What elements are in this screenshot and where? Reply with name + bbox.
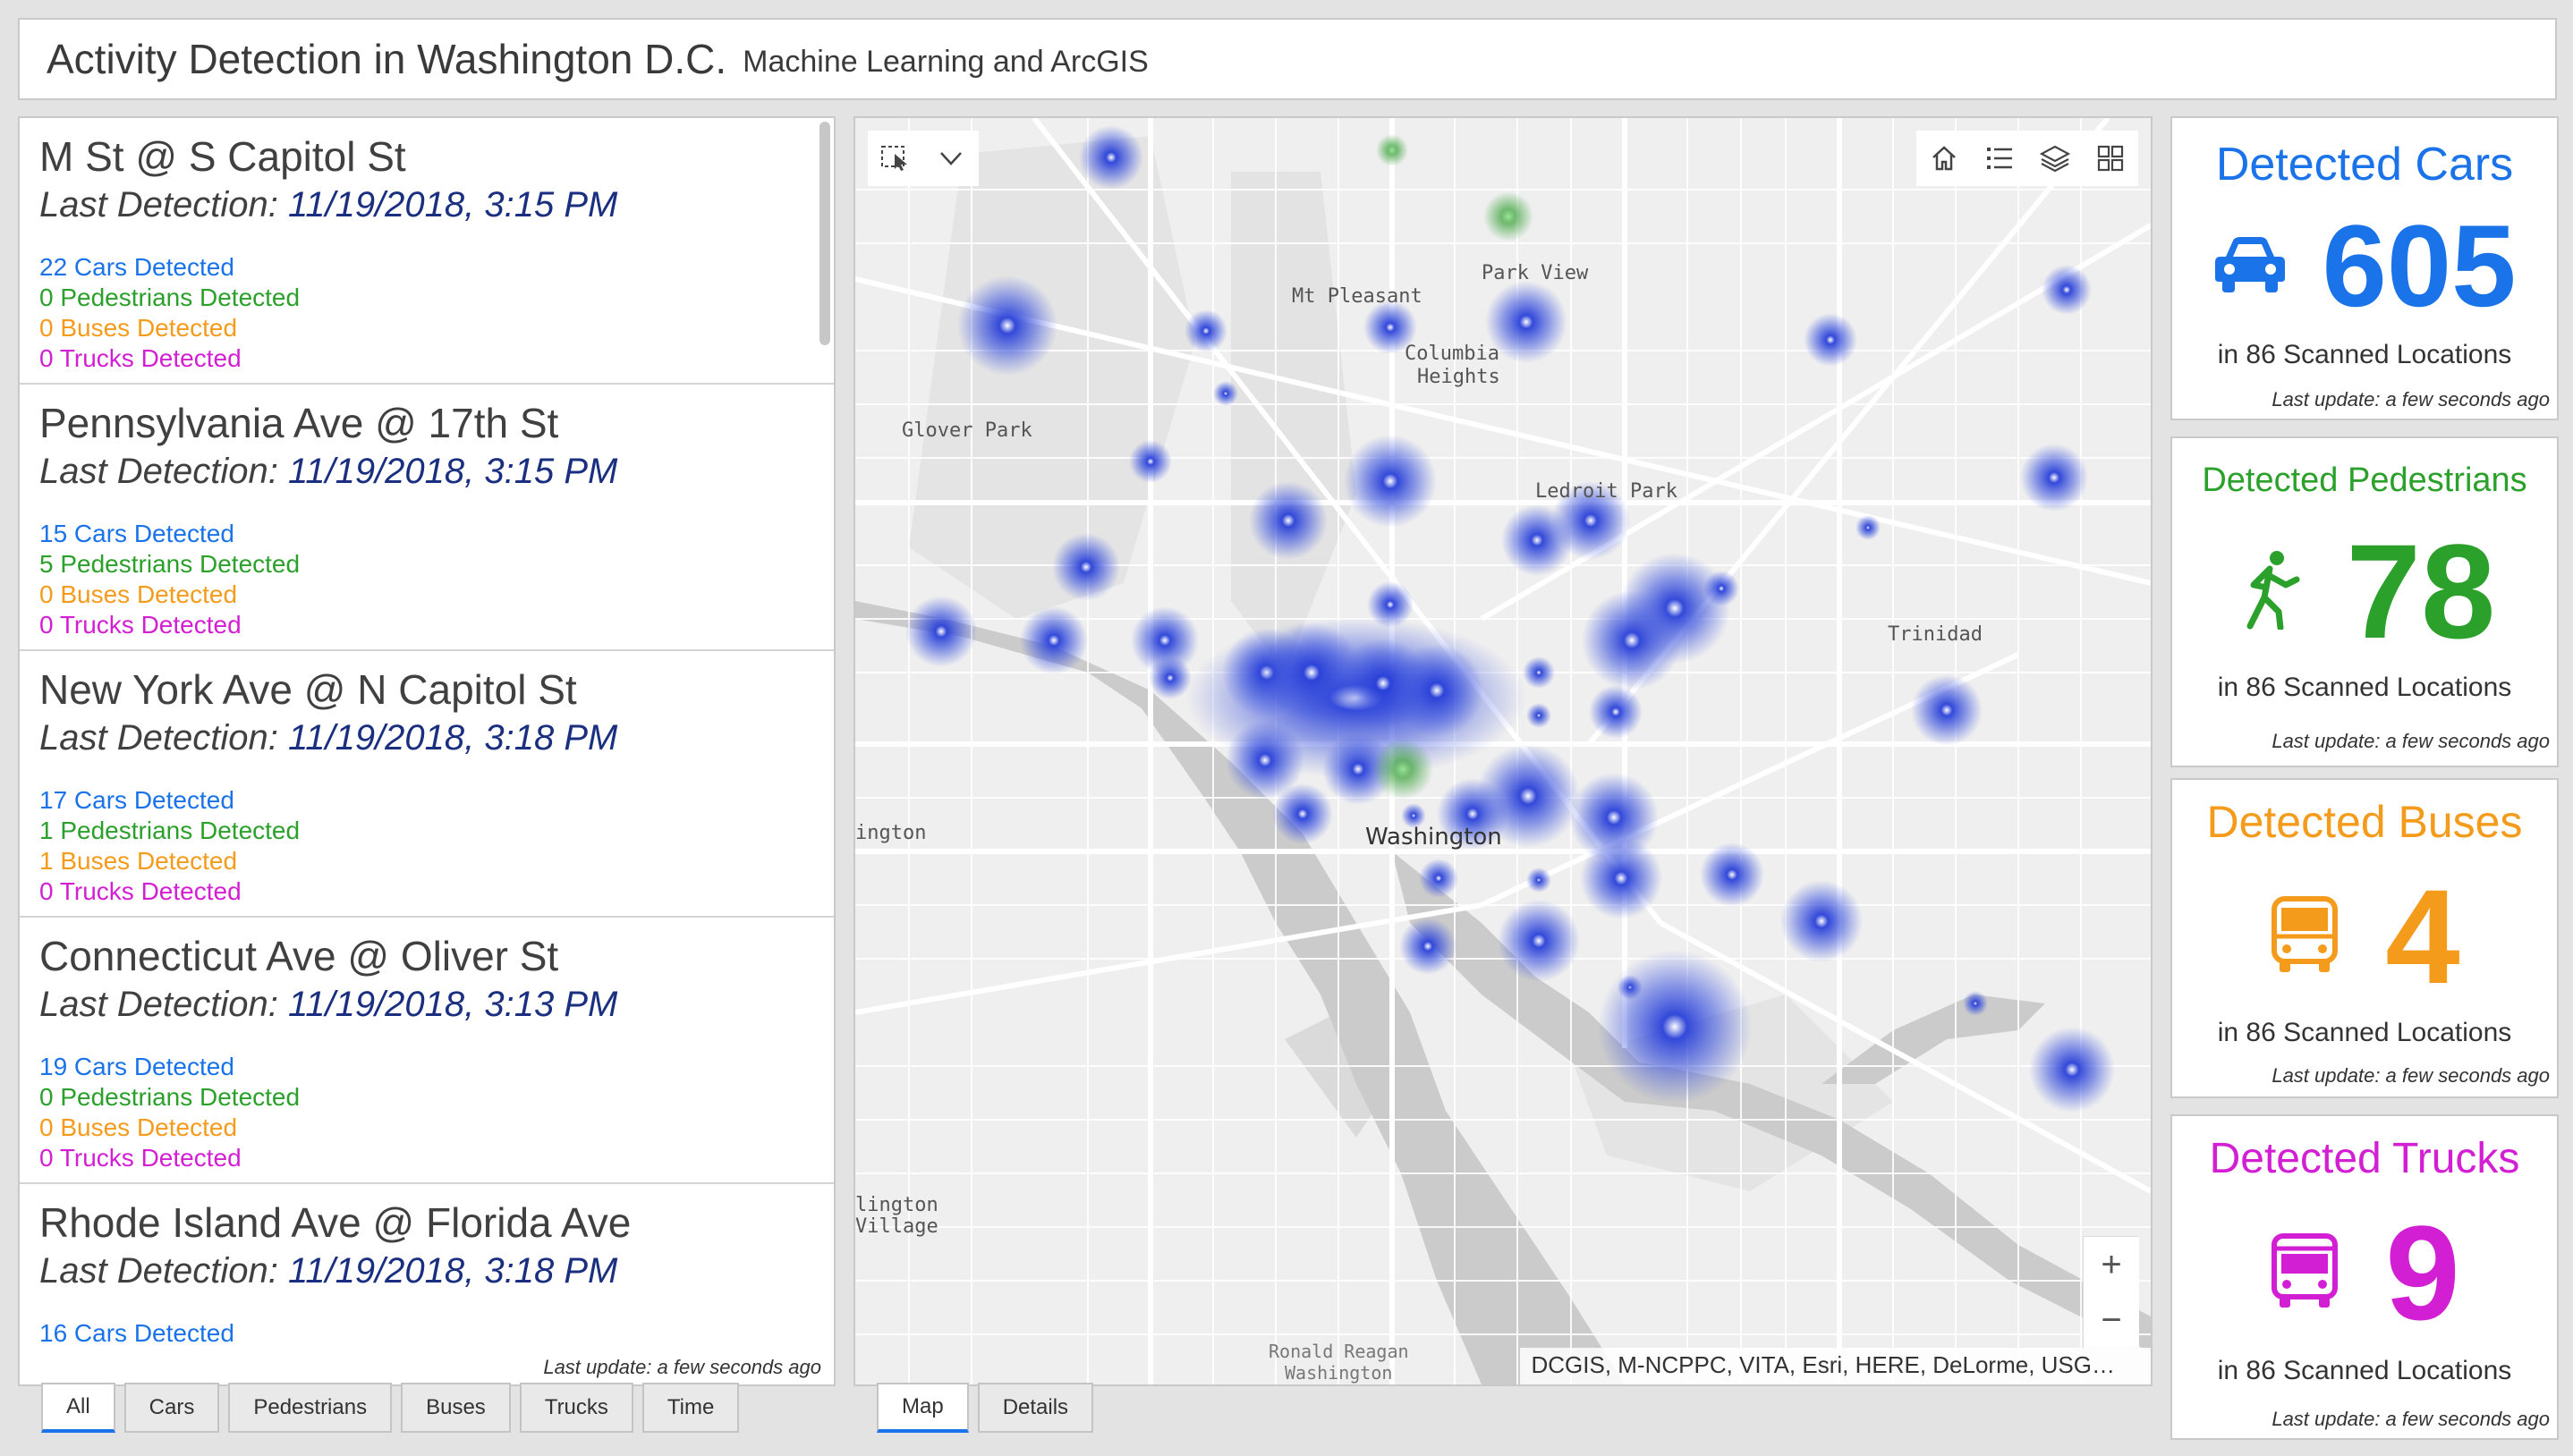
basemap-gallery-icon[interactable] <box>2083 131 2138 186</box>
label-mt-pleasant: Mt Pleasant <box>1292 285 1422 308</box>
label-village: Village <box>855 1215 938 1238</box>
trucks-count: 0 Trucks Detected <box>39 1144 242 1172</box>
filter-tabs: All Cars Pedestrians Buses Trucks Time <box>41 1383 740 1433</box>
select-icon[interactable] <box>868 131 923 186</box>
last-detection: Last Detection: 11/19/2018, 3:13 PM <box>39 985 618 1024</box>
pedestrians-count: 5 Pedestrians Detected <box>39 550 301 578</box>
stat-value: 78 <box>2346 516 2496 666</box>
stat-value: 4 <box>2385 861 2460 1012</box>
stat-value: 605 <box>2322 200 2517 331</box>
location-name: M St @ S Capitol St <box>39 133 406 180</box>
pedestrians-count: 0 Pedestrians Detected <box>39 284 301 311</box>
location-name: Connecticut Ave @ Oliver St <box>39 933 559 979</box>
stat-card-cars: Detected Cars 605 in 86 Scanned Location… <box>2170 116 2559 420</box>
truck-icon <box>2269 1232 2340 1314</box>
stat-update: Last update: a few seconds ago <box>2272 730 2550 752</box>
cars-count: 17 Cars Detected <box>39 786 234 814</box>
label-ledroit-park: Ledroit Park <box>1535 480 1677 503</box>
map-toolbar-left <box>868 131 979 186</box>
layers-icon[interactable] <box>2027 131 2083 186</box>
stat-title: Detected Pedestrians <box>2202 461 2527 499</box>
label-park-view: Park View <box>1482 262 1589 284</box>
label-reagan-washington: Washington <box>1285 1362 1392 1384</box>
stat-scanned: in 86 Scanned Locations <box>2217 1356 2512 1385</box>
map-attribution[interactable]: DCGIS, M-NCPPC, VITA, Esri, HERE, DeLorm… <box>1520 1348 2151 1384</box>
zoom-controls: + − <box>2083 1236 2139 1349</box>
tab-map[interactable]: Map <box>877 1383 969 1433</box>
cars-count: 16 Cars Detected <box>39 1319 234 1347</box>
cars-count: 15 Cars Detected <box>39 520 234 547</box>
car-icon <box>2213 233 2287 299</box>
home-icon[interactable] <box>1916 131 1972 186</box>
trucks-count: 0 Trucks Detected <box>39 877 242 905</box>
trucks-count: 0 Trucks Detected <box>39 344 242 372</box>
label-ronald-reagan: Ronald Reagan <box>1269 1341 1409 1362</box>
trucks-count: 0 Trucks Detected <box>39 611 242 639</box>
stat-value: 9 <box>2385 1198 2460 1348</box>
stat-title: Detected Cars <box>2215 139 2514 190</box>
stat-update: Last update: a few seconds ago <box>2272 1064 2550 1087</box>
list-last-update: Last update: a few seconds ago <box>536 1356 821 1379</box>
buses-count: 0 Buses Detected <box>39 314 238 342</box>
dropdown-icon[interactable] <box>923 131 979 186</box>
stat-update: Last update: a few seconds ago <box>2272 388 2550 411</box>
buses-count: 1 Buses Detected <box>39 847 238 875</box>
zoom-in-button[interactable]: + <box>2084 1237 2139 1292</box>
stat-card-pedestrians: Detected Pedestrians 78 in 86 Scanned Lo… <box>2170 436 2559 767</box>
list-item[interactable]: M St @ S Capitol St Last Detection: 11/1… <box>20 118 834 385</box>
last-detection: Last Detection: 11/19/2018, 3:15 PM <box>39 185 618 224</box>
last-detection: Last Detection: 11/19/2018, 3:18 PM <box>39 1251 618 1291</box>
map-toolbar-right <box>1916 131 2138 186</box>
tab-all[interactable]: All <box>41 1383 115 1433</box>
label-lington: lington <box>855 1194 938 1216</box>
app-title: Activity Detection in Washington D.C. <box>47 36 727 82</box>
stat-title: Detected Trucks <box>2209 1135 2520 1182</box>
label-trinidad: Trinidad <box>1888 623 1983 646</box>
map-canvas[interactable]: Mt Pleasant Park View Columbia Heights G… <box>855 118 2151 1384</box>
buses-count: 0 Buses Detected <box>39 1113 238 1141</box>
stat-scanned: in 86 Scanned Locations <box>2217 1018 2512 1047</box>
pedestrians-count: 1 Pedestrians Detected <box>39 817 301 844</box>
location-name: New York Ave @ N Capitol St <box>39 666 577 713</box>
tab-time[interactable]: Time <box>641 1383 740 1433</box>
pedestrian-icon <box>2234 549 2302 634</box>
stat-update: Last update: a few seconds ago <box>2272 1408 2550 1430</box>
label-washington: Washington <box>1365 824 1502 851</box>
list-item[interactable]: New York Ave @ N Capitol St Last Detecti… <box>20 651 834 918</box>
buses-count: 0 Buses Detected <box>39 580 238 608</box>
label-glover-park: Glover Park <box>902 419 1032 442</box>
tab-buses[interactable]: Buses <box>401 1383 511 1433</box>
stat-scanned: in 86 Scanned Locations <box>2217 340 2512 369</box>
tab-details[interactable]: Details <box>977 1383 1094 1433</box>
cars-count: 22 Cars Detected <box>39 253 234 281</box>
stat-scanned: in 86 Scanned Locations <box>2217 673 2512 702</box>
location-name: Pennsylvania Ave @ 17th St <box>39 400 559 446</box>
tab-pedestrians[interactable]: Pedestrians <box>228 1383 393 1433</box>
last-detection: Last Detection: 11/19/2018, 3:18 PM <box>39 718 618 758</box>
location-list[interactable]: M St @ S Capitol St Last Detection: 11/1… <box>18 116 836 1386</box>
tab-cars[interactable]: Cars <box>123 1383 220 1433</box>
stat-title: Detected Buses <box>2206 797 2523 847</box>
stat-card-buses: Detected Buses 4 in 86 Scanned Locations… <box>2170 778 2559 1098</box>
pedestrians-count: 0 Pedestrians Detected <box>39 1083 301 1111</box>
map-view[interactable]: Mt Pleasant Park View Columbia Heights G… <box>853 116 2153 1386</box>
label-ington: ington <box>855 822 926 844</box>
label-heights: Heights <box>1417 366 1500 388</box>
list-item[interactable]: Pennsylvania Ave @ 17th St Last Detectio… <box>20 385 834 651</box>
map-tabs: Map Details <box>877 1383 1094 1433</box>
bus-icon <box>2269 895 2340 978</box>
location-name: Rhode Island Ave @ Florida Ave <box>39 1199 632 1246</box>
list-scrollbar[interactable] <box>819 122 830 345</box>
legend-icon[interactable] <box>1972 131 2027 186</box>
zoom-out-button[interactable]: − <box>2084 1292 2139 1348</box>
list-item[interactable]: Connecticut Ave @ Oliver St Last Detecti… <box>20 918 834 1184</box>
cars-count: 19 Cars Detected <box>39 1053 234 1080</box>
app-header: Activity Detection in Washington D.C. Ma… <box>18 18 2557 100</box>
stat-card-trucks: Detected Trucks 9 in 86 Scanned Location… <box>2170 1114 2559 1440</box>
last-detection: Last Detection: 11/19/2018, 3:15 PM <box>39 452 618 491</box>
tab-trucks[interactable]: Trucks <box>519 1383 633 1433</box>
app-subtitle: Machine Learning and ArcGIS <box>743 44 1149 79</box>
label-columbia: Columbia <box>1405 343 1499 365</box>
